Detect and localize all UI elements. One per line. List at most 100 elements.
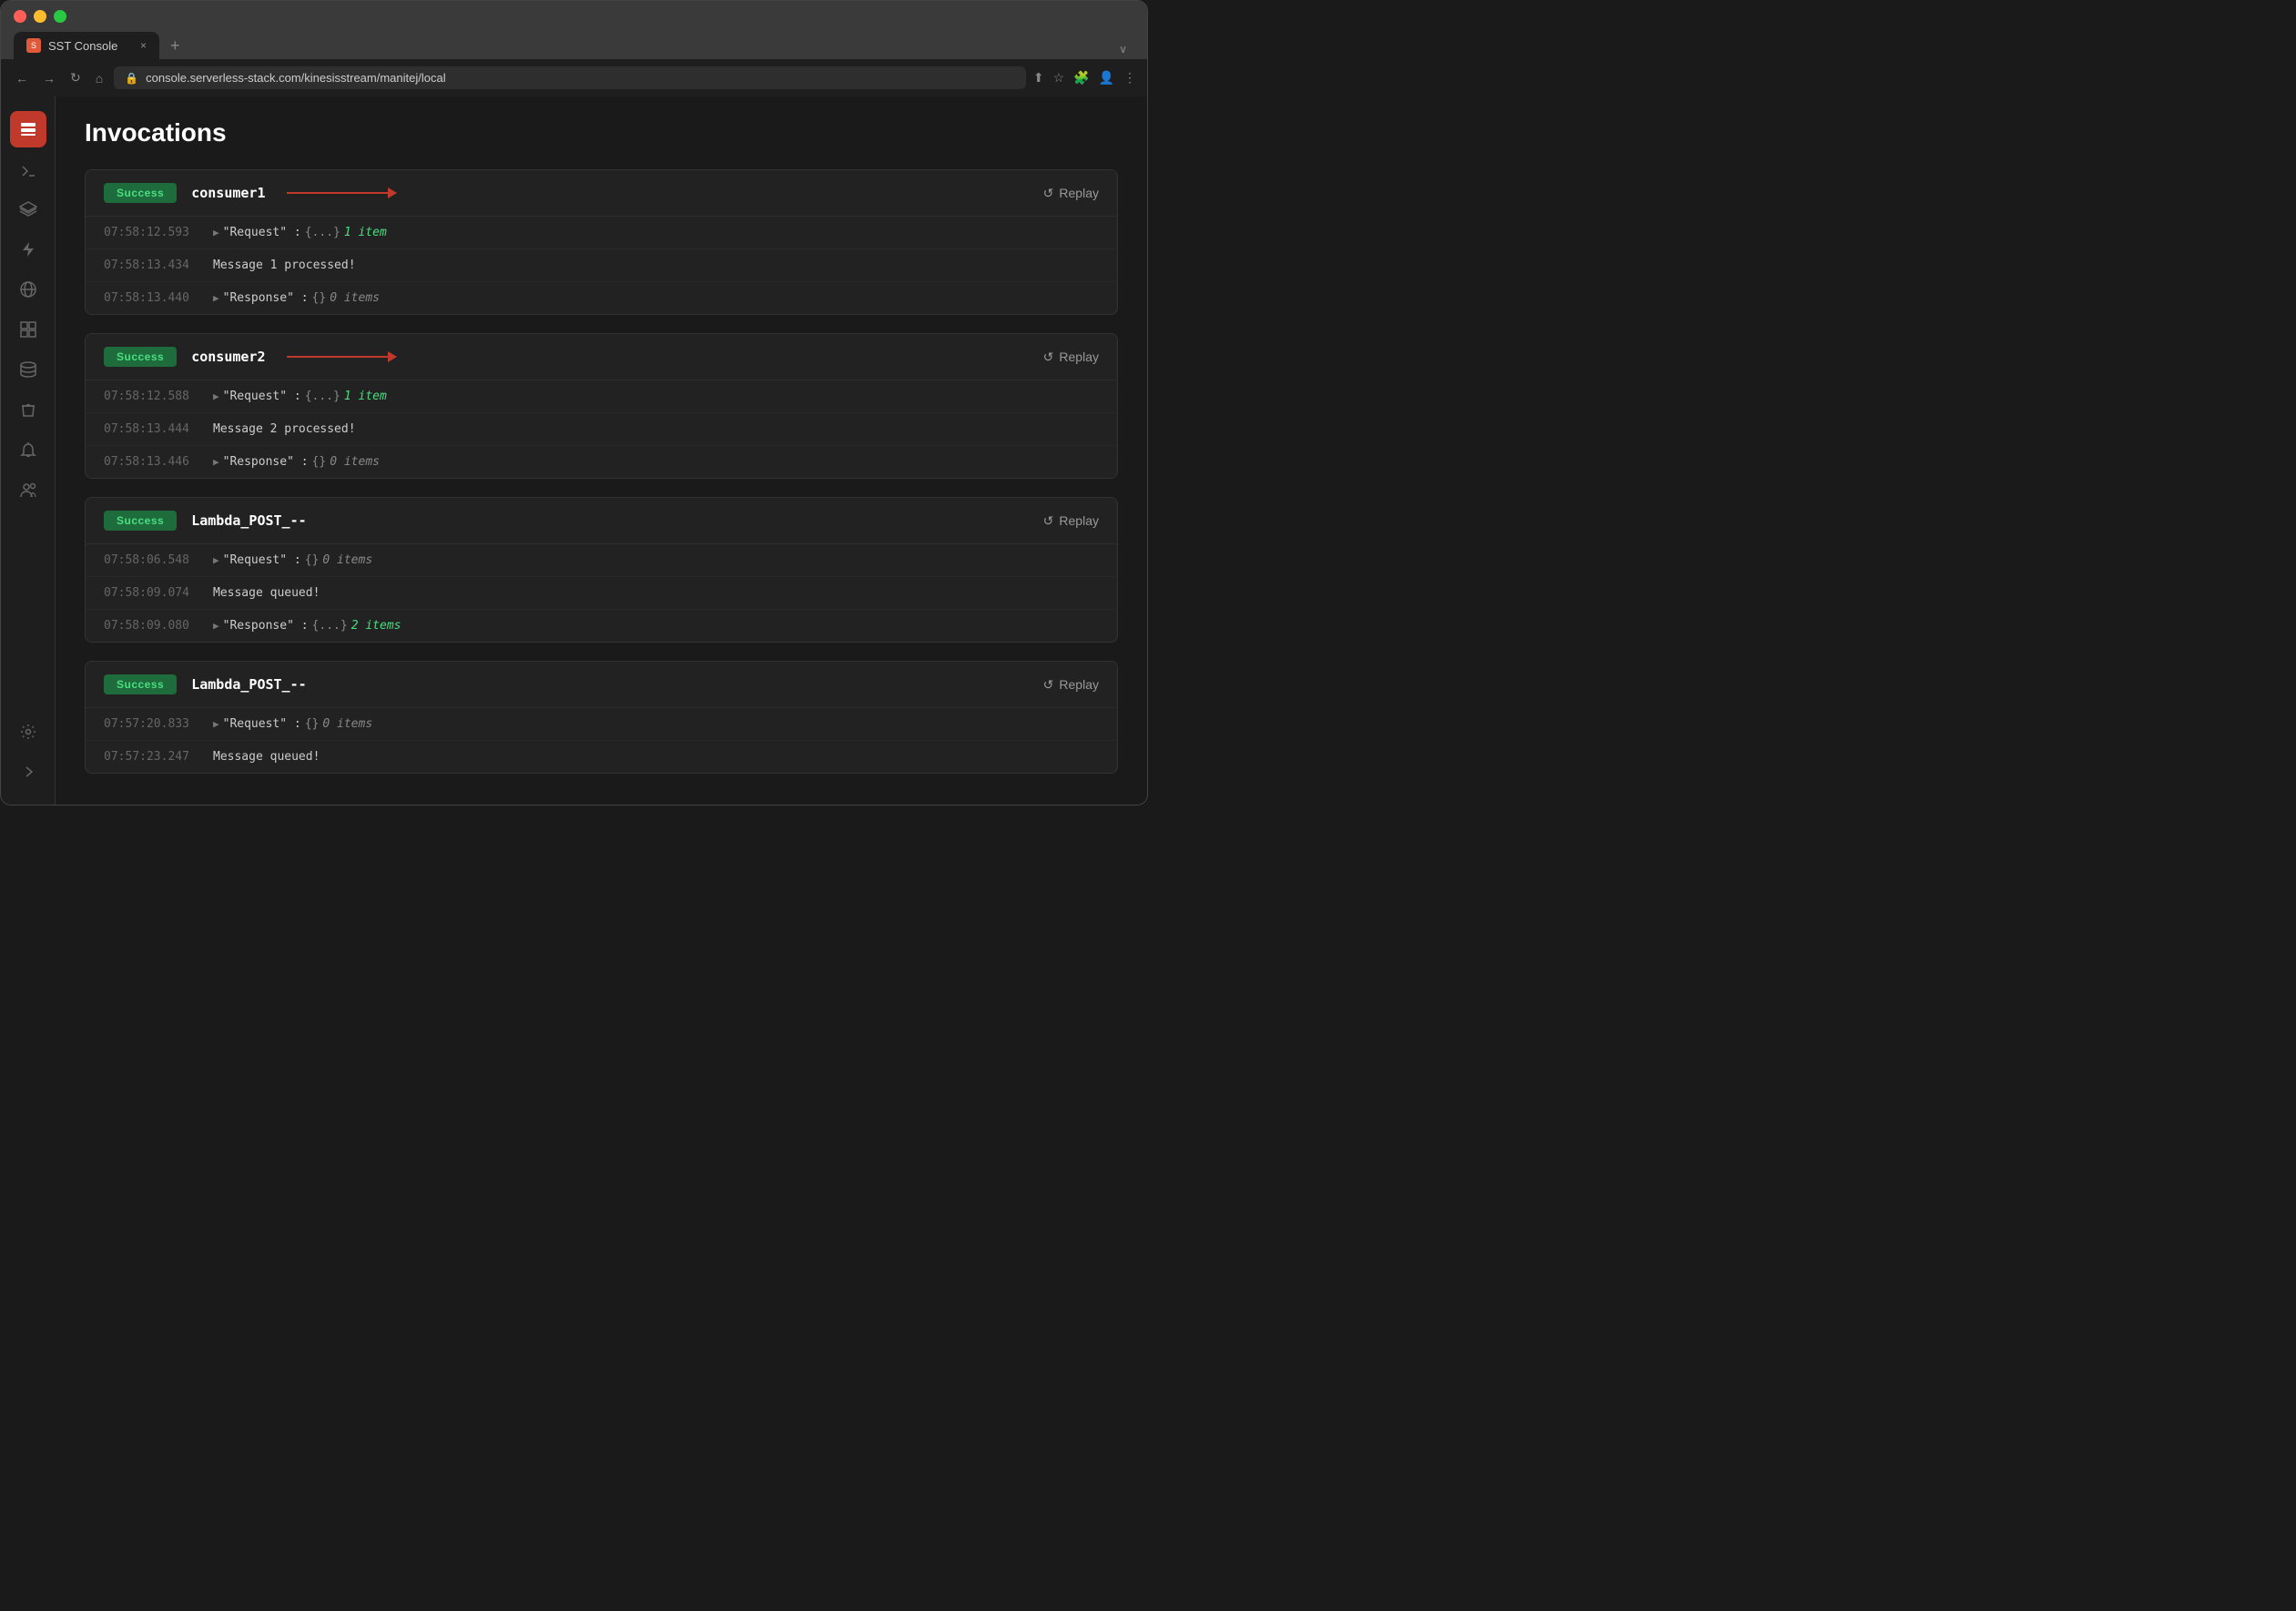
title-bar: S SST Console × + ∨ bbox=[1, 1, 1147, 59]
log-items: 1 item bbox=[344, 390, 387, 403]
replay-button[interactable]: ↺ Replay bbox=[1043, 186, 1099, 201]
reload-button[interactable]: ↻ bbox=[66, 68, 85, 87]
maximize-button[interactable] bbox=[54, 10, 66, 23]
log-key: "Response" : bbox=[223, 291, 309, 305]
sidebar-item-expand[interactable] bbox=[10, 754, 46, 790]
status-badge: Success bbox=[104, 674, 177, 694]
tab-favicon: S bbox=[26, 38, 41, 53]
replay-label: Replay bbox=[1059, 513, 1099, 528]
forward-button[interactable]: → bbox=[39, 69, 59, 87]
browser-tab[interactable]: S SST Console × bbox=[14, 32, 159, 59]
log-timestamp: 07:58:09.080 bbox=[104, 619, 195, 633]
address-bar[interactable]: 🔒 console.serverless-stack.com/kinesisst… bbox=[114, 66, 1026, 89]
consumer-name: Lambda_POST_-- bbox=[191, 512, 306, 529]
log-key: "Response" : bbox=[223, 619, 309, 633]
replay-icon: ↺ bbox=[1043, 677, 1054, 693]
minimize-button[interactable] bbox=[34, 10, 46, 23]
invocation-card: Success Lambda_POST_-- ↺ Replay 07:58:06… bbox=[85, 497, 1118, 643]
arrow-annotation bbox=[287, 192, 396, 194]
log-key: "Response" : bbox=[223, 455, 309, 469]
close-button[interactable] bbox=[14, 10, 26, 23]
log-content: ▶ "Response" : {} 0 items bbox=[213, 455, 380, 469]
log-content: ▶ "Response" : {} 0 items bbox=[213, 291, 380, 305]
log-items: 0 items bbox=[322, 553, 372, 567]
sidebar-item-server[interactable] bbox=[10, 111, 46, 147]
invocation-card: Success Lambda_POST_-- ↺ Replay 07:57:20… bbox=[85, 661, 1118, 774]
share-icon[interactable]: ⬆ bbox=[1033, 70, 1044, 86]
log-message: Message 1 processed! bbox=[213, 258, 356, 272]
expand-icon[interactable]: ▶ bbox=[213, 620, 219, 632]
replay-icon: ↺ bbox=[1043, 513, 1054, 529]
log-content: Message queued! bbox=[213, 750, 320, 764]
log-row: 07:58:09.080 ▶ "Response" : {...} 2 item… bbox=[86, 610, 1117, 642]
log-timestamp: 07:58:09.074 bbox=[104, 586, 195, 600]
log-content: ▶ "Request" : {} 0 items bbox=[213, 553, 372, 567]
main-content: Invocations Success consumer1 ↺ Replay bbox=[56, 96, 1147, 805]
replay-button[interactable]: ↺ Replay bbox=[1043, 513, 1099, 529]
log-row: 07:58:13.440 ▶ "Response" : {} 0 items bbox=[86, 282, 1117, 314]
invocation-header: Success consumer2 ↺ Replay bbox=[86, 334, 1117, 380]
sidebar-item-alerts[interactable] bbox=[10, 431, 46, 468]
sidebar-item-settings[interactable] bbox=[10, 714, 46, 750]
expand-icon[interactable]: ▶ bbox=[213, 227, 219, 238]
expand-icon[interactable]: ▶ bbox=[213, 292, 219, 304]
expand-icon[interactable]: ▶ bbox=[213, 554, 219, 566]
invocation-header: Success Lambda_POST_-- ↺ Replay bbox=[86, 498, 1117, 544]
expand-icon[interactable]: ▶ bbox=[213, 718, 219, 730]
log-content: Message 2 processed! bbox=[213, 422, 356, 436]
log-brace: {} bbox=[312, 291, 327, 305]
log-content: Message queued! bbox=[213, 586, 320, 600]
consumer-name: Lambda_POST_-- bbox=[191, 676, 306, 693]
sidebar-item-users[interactable] bbox=[10, 471, 46, 508]
log-content: ▶ "Request" : {...} 1 item bbox=[213, 390, 387, 403]
sidebar-item-terminal[interactable] bbox=[10, 151, 46, 187]
sidebar-item-lightning[interactable] bbox=[10, 231, 46, 268]
log-message: Message 2 processed! bbox=[213, 422, 356, 436]
invocation-card: Success consumer2 ↺ Replay 07:58:12.588 bbox=[85, 333, 1118, 479]
expand-icon[interactable]: ▶ bbox=[213, 456, 219, 468]
traffic-lights bbox=[14, 10, 1134, 23]
log-message: Message queued! bbox=[213, 586, 320, 600]
tab-label: SST Console bbox=[48, 39, 117, 53]
consumer-name: consumer2 bbox=[191, 349, 265, 365]
log-row: 07:57:23.247 Message queued! bbox=[86, 741, 1117, 773]
address-text: console.serverless-stack.com/kinesisstre… bbox=[146, 71, 445, 85]
log-row: 07:58:12.593 ▶ "Request" : {...} 1 item bbox=[86, 217, 1117, 249]
replay-icon: ↺ bbox=[1043, 186, 1054, 201]
replay-button[interactable]: ↺ Replay bbox=[1043, 350, 1099, 365]
address-bar-row: ← → ↻ ⌂ 🔒 console.serverless-stack.com/k… bbox=[1, 59, 1147, 96]
replay-button[interactable]: ↺ Replay bbox=[1043, 677, 1099, 693]
bookmark-icon[interactable]: ☆ bbox=[1053, 70, 1065, 86]
log-brace: {...} bbox=[312, 619, 348, 633]
log-timestamp: 07:58:12.593 bbox=[104, 226, 195, 239]
log-row: 07:58:13.446 ▶ "Response" : {} 0 items bbox=[86, 446, 1117, 478]
log-content: ▶ "Request" : {} 0 items bbox=[213, 717, 372, 731]
log-key: "Request" : bbox=[223, 717, 301, 731]
log-key: "Request" : bbox=[223, 390, 301, 403]
tab-close-button[interactable]: × bbox=[140, 39, 147, 52]
log-timestamp: 07:58:13.434 bbox=[104, 258, 195, 272]
page-title: Invocations bbox=[85, 118, 1118, 147]
profile-icon[interactable]: 👤 bbox=[1099, 70, 1114, 86]
sidebar-item-globe[interactable] bbox=[10, 271, 46, 308]
home-button[interactable]: ⌂ bbox=[92, 69, 107, 87]
log-key: "Request" : bbox=[223, 553, 301, 567]
log-message: Message queued! bbox=[213, 750, 320, 764]
back-button[interactable]: ← bbox=[12, 69, 32, 87]
extensions-icon[interactable]: 🧩 bbox=[1073, 70, 1089, 86]
sidebar-item-bucket[interactable] bbox=[10, 391, 46, 428]
log-brace: {...} bbox=[305, 226, 340, 239]
sidebar-item-grid[interactable] bbox=[10, 311, 46, 348]
log-items: 0 items bbox=[330, 291, 380, 305]
sidebar-item-database[interactable] bbox=[10, 351, 46, 388]
menu-icon[interactable]: ⋮ bbox=[1123, 70, 1136, 86]
expand-icon[interactable]: ▶ bbox=[213, 390, 219, 402]
invocation-header: Success consumer1 ↺ Replay bbox=[86, 170, 1117, 217]
new-tab-button[interactable]: + bbox=[161, 33, 189, 59]
tabs-expand-button[interactable]: ∨ bbox=[1112, 39, 1134, 59]
log-content: ▶ "Request" : {...} 1 item bbox=[213, 226, 387, 239]
log-timestamp: 07:58:12.588 bbox=[104, 390, 195, 403]
log-key: "Request" : bbox=[223, 226, 301, 239]
sidebar bbox=[1, 96, 56, 805]
sidebar-item-layers[interactable] bbox=[10, 191, 46, 228]
